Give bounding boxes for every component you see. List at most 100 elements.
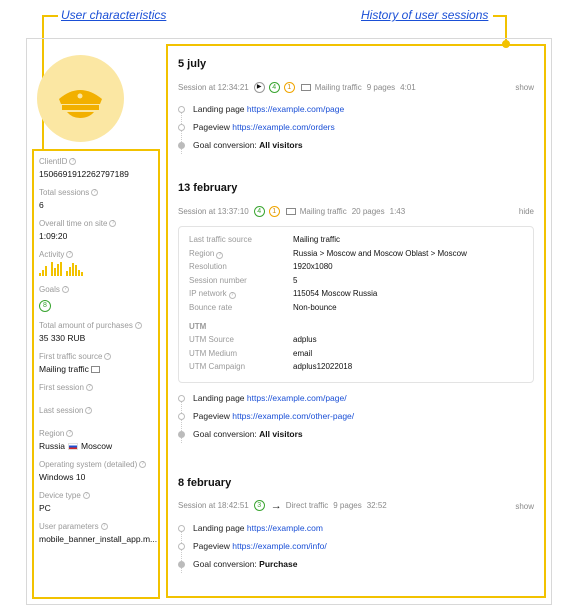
field-last-session: Last session? [39, 406, 158, 415]
params-label: User parameters [39, 522, 99, 531]
session-date: 8 february [178, 476, 232, 489]
activity-bar [54, 268, 56, 276]
help-icon[interactable]: ? [66, 251, 74, 259]
goals-label: Goals [39, 285, 60, 294]
help-icon[interactable]: ? [109, 220, 117, 228]
help-icon[interactable]: ? [85, 384, 93, 392]
detail-row: IP network? 115054 Moscow Russia [189, 289, 378, 299]
field-time-on-site: Overall time on site? 1:09:20 [39, 219, 158, 241]
device-label: Device type [39, 491, 81, 500]
detail-row: Resolution 1920x1080 [189, 262, 333, 271]
russia-flag-icon [67, 443, 78, 451]
event-link[interactable]: https://example.com/orders [232, 122, 335, 132]
session-source: Mailing traffic [299, 206, 347, 216]
region-city: Moscow [80, 441, 113, 451]
help-icon[interactable]: ? [104, 353, 112, 361]
detail-row: Session number 5 [189, 275, 298, 285]
session-summary: Session at 12:34:21 ▶ 4 1 Mailing traffi… [178, 80, 534, 94]
activity-bar [72, 263, 74, 276]
session-events: Landing page https://example.com/page/ P… [178, 393, 534, 447]
session-events: Landing page https://example.com Pagevie… [178, 523, 534, 577]
purchases-value: 35 330 RUB [39, 333, 86, 343]
event-goal: Goal conversion: All visitors [178, 429, 534, 447]
play-icon[interactable]: ▶ [253, 81, 265, 93]
session-summary: Session at 18:42:51 3 → Direct traffic 9… [178, 499, 534, 513]
help-icon[interactable]: ? [82, 492, 90, 500]
activity-bar [81, 272, 83, 276]
goals-badge[interactable]: 4 [268, 81, 280, 93]
police-cap-icon [59, 90, 102, 118]
activity-bar [39, 273, 41, 276]
utm-row: UTM Medium email [189, 348, 313, 358]
session-summary: Session at 13:37:10 4 1 Mailing traffic … [178, 204, 534, 218]
utm-row: UTM Source adplus [189, 335, 317, 344]
session-history-panel: 5 july Session at 12:34:21 ▶ 4 1 Mailing… [166, 44, 546, 598]
event-pageview: Pageview https://example.com/info/ [178, 541, 534, 559]
goals-count-badge[interactable]: 8 [39, 300, 51, 312]
callout-line-left [42, 15, 58, 17]
event-link[interactable]: https://example.com/info/ [232, 541, 327, 551]
field-activity: Activity? [39, 250, 158, 276]
last-session-label: Last session [39, 406, 84, 415]
detail-row: Last traffic source Mailing traffic [189, 235, 340, 244]
event-pageview: Pageview https://example.com/other-page/ [178, 411, 534, 429]
help-icon[interactable]: ? [85, 407, 93, 415]
field-goals: Goals? 8 [39, 285, 158, 312]
session-date: 13 february [178, 182, 238, 194]
arrow-right-icon: → [270, 499, 282, 512]
help-icon[interactable]: ? [61, 286, 69, 294]
user-characteristics-panel: ClientID? 1506691912262797189 Total sess… [32, 149, 160, 599]
session-pages: 9 pages [333, 501, 362, 510]
activity-bar [42, 270, 44, 276]
session-pages: 9 pages [366, 82, 396, 92]
envelope-icon [285, 207, 296, 215]
help-icon[interactable]: ? [66, 430, 74, 438]
activity-bar [66, 271, 68, 276]
goals-badge[interactable]: 3 [253, 500, 265, 511]
event-link[interactable]: https://example.com/page/ [247, 393, 347, 403]
orders-badge[interactable]: 1 [283, 81, 295, 93]
purchases-label: Total amount of purchases [39, 321, 133, 330]
field-total-sessions: Total sessions? 6 [39, 188, 158, 210]
activity-chart [39, 262, 158, 276]
session-events: Landing page https://example.com/page Pa… [178, 104, 534, 158]
hide-details-button[interactable]: hide [519, 207, 534, 216]
event-landing: Landing page https://example.com/page/ [178, 393, 534, 411]
event-link[interactable]: https://example.com [247, 523, 323, 533]
detail-row: Region? Russia > Moscow and Moscow Oblast… [189, 248, 467, 259]
orders-badge[interactable]: 1 [268, 205, 280, 217]
session-block: 5 july Session at 12:34:21 ▶ 4 1 Mailing… [178, 58, 534, 158]
event-landing: Landing page https://example.com/page [178, 104, 534, 122]
help-icon[interactable]: ? [216, 251, 224, 259]
help-icon[interactable]: ? [228, 292, 236, 299]
activity-bar [75, 265, 77, 276]
field-device: Device type? PC [39, 491, 158, 513]
field-purchases: Total amount of purchases? 35 330 RUB [39, 321, 158, 343]
region-label: Region [39, 429, 65, 438]
device-value: PC [39, 503, 51, 513]
callout-user-characteristics: User characteristics [61, 8, 167, 22]
event-goal: Goal conversion: All visitors [178, 140, 534, 158]
field-params: User parameters? mobile_banner_install_a… [39, 522, 158, 544]
activity-bar [45, 266, 47, 276]
activity-bar [78, 270, 80, 276]
show-details-button[interactable]: show [515, 83, 534, 92]
help-icon[interactable]: ? [91, 189, 99, 197]
avatar [37, 55, 124, 142]
client-id-label: ClientID [39, 157, 68, 166]
activity-bar [51, 262, 53, 276]
os-value: Windows 10 [39, 472, 86, 482]
show-details-button[interactable]: show [515, 502, 534, 511]
session-time: Session at 12:34:21 [178, 82, 249, 92]
event-link[interactable]: https://example.com/page [247, 104, 344, 114]
event-goal: Goal conversion: Purchase [178, 559, 534, 577]
help-icon[interactable]: ? [69, 158, 77, 166]
help-icon[interactable]: ? [139, 461, 147, 469]
session-details-card: Last traffic source Mailing traffic Regio… [178, 226, 534, 383]
help-icon[interactable]: ? [134, 322, 142, 330]
goals-badge[interactable]: 4 [253, 205, 265, 217]
session-block: 8 february Session at 18:42:51 3 → Direc… [178, 477, 534, 577]
event-link[interactable]: https://example.com/other-page/ [232, 411, 354, 421]
field-client-id: ClientID? 1506691912262797189 [39, 157, 158, 179]
help-icon[interactable]: ? [100, 523, 108, 531]
